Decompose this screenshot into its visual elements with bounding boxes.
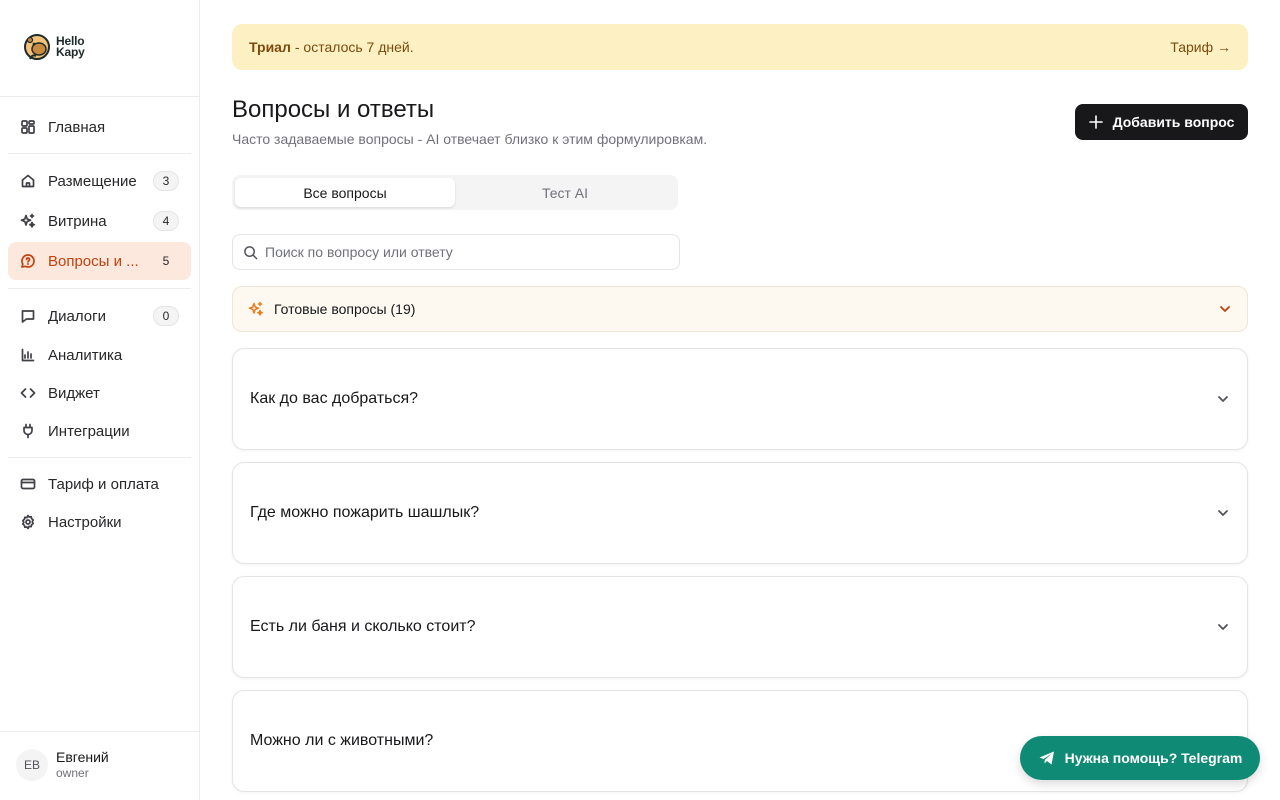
- ready-questions-accordion[interactable]: Готовые вопросы (19): [232, 286, 1248, 332]
- count-badge: 4: [153, 211, 179, 231]
- logo[interactable]: Hello Kapy: [22, 32, 85, 62]
- help-label: Нужна помощь? Telegram: [1064, 750, 1243, 766]
- sidebar-item-label: Диалоги: [48, 307, 106, 325]
- sidebar-item-label: Главная: [48, 118, 106, 136]
- user-role: owner: [56, 766, 89, 780]
- chevron-down-icon: [1216, 506, 1230, 520]
- search-icon: [244, 245, 258, 259]
- plan-link[interactable]: Тариф →: [1170, 39, 1231, 55]
- sidebar-item-label: Вопросы и ...: [48, 252, 139, 270]
- code-icon: [20, 385, 36, 401]
- sidebar-item-label: Размещение: [48, 172, 137, 190]
- dashboard-icon: [20, 119, 36, 135]
- sidebar-item-label: Виджет: [48, 384, 100, 402]
- home-icon: [20, 173, 36, 189]
- user-name: Евгений: [56, 749, 109, 765]
- trial-label: Триал: [249, 39, 291, 55]
- sidebar-item-showcase[interactable]: Витрина 4: [8, 202, 191, 240]
- user-profile[interactable]: ЕВ Евгений owner: [16, 749, 109, 781]
- chevron-down-icon: [1216, 392, 1230, 406]
- telegram-help-button[interactable]: Нужна помощь? Telegram: [1020, 736, 1260, 780]
- sidebar-divider: [8, 153, 191, 154]
- sidebar-item-integrations[interactable]: Интеграции: [8, 412, 191, 450]
- telegram-icon: [1039, 751, 1054, 765]
- gear-icon: [20, 514, 36, 530]
- sidebar-item-label: Тариф и оплата: [48, 475, 159, 493]
- faq-item[interactable]: Как до вас добраться?: [232, 348, 1248, 450]
- chat-icon: [20, 308, 36, 324]
- sidebar-item-placement[interactable]: Размещение 3: [8, 162, 191, 200]
- chart-icon: [20, 347, 36, 363]
- avatar: ЕВ: [16, 749, 48, 781]
- sidebar-item-label: Аналитика: [48, 346, 123, 364]
- sidebar-item-label: Витрина: [48, 212, 107, 230]
- count-badge: 3: [153, 171, 179, 191]
- tabs: Все вопросы Тест AI: [232, 175, 678, 210]
- sidebar-item-billing[interactable]: Тариф и оплата: [8, 465, 191, 503]
- sidebar-item-analytics[interactable]: Аналитика: [8, 336, 191, 374]
- sidebar-divider: [0, 96, 199, 97]
- sidebar-item-dialogs[interactable]: Диалоги 0: [8, 297, 191, 335]
- count-badge: 5: [153, 251, 179, 271]
- sidebar-item-settings[interactable]: Настройки: [8, 503, 191, 541]
- plus-icon: [1088, 115, 1103, 129]
- plug-icon: [20, 423, 36, 439]
- sidebar-item-home[interactable]: Главная: [8, 108, 191, 146]
- question-bubble-icon: [20, 253, 36, 269]
- sidebar-item-widget[interactable]: Виджет: [8, 374, 191, 412]
- add-question-label: Добавить вопрос: [1112, 114, 1235, 130]
- sidebar-divider: [8, 288, 191, 289]
- tab-all-questions[interactable]: Все вопросы: [235, 178, 455, 207]
- faq-question: Где можно пожарить шашлык?: [250, 504, 480, 521]
- sidebar-divider: [8, 457, 191, 458]
- logo-text: Hello Kapy: [56, 34, 85, 59]
- credit-card-icon: [20, 476, 36, 492]
- sparkles-icon: [248, 301, 263, 316]
- chevron-down-icon: [1216, 620, 1230, 634]
- tab-test-ai[interactable]: Тест AI: [455, 178, 675, 207]
- chevron-down-icon: [1218, 302, 1232, 316]
- page-title: Вопросы и ответы: [232, 96, 435, 123]
- sidebar-divider: [0, 731, 199, 732]
- sidebar-item-label: Интеграции: [48, 422, 130, 440]
- page-subtitle: Часто задаваемые вопросы - AI отвечает б…: [232, 131, 708, 147]
- sparkles-icon: [20, 213, 36, 229]
- add-question-button[interactable]: Добавить вопрос: [1075, 104, 1248, 140]
- trial-banner: Триал - осталось 7 дней. Тариф →: [232, 24, 1248, 70]
- faq-question: Как до вас добраться?: [250, 390, 419, 407]
- trial-text: - осталось 7 дней.: [294, 39, 414, 55]
- search-box: [232, 234, 680, 270]
- faq-question: Можно ли с животными?: [250, 732, 434, 749]
- capybara-logo-icon: [24, 34, 50, 60]
- sidebar: Hello Kapy Главная Размещение 3 Витрина …: [0, 0, 200, 800]
- faq-item[interactable]: Есть ли баня и сколько стоит?: [232, 576, 1248, 678]
- sidebar-item-label: Настройки: [48, 513, 122, 531]
- count-badge: 0: [153, 306, 179, 326]
- search-input[interactable]: [265, 244, 665, 260]
- faq-question: Есть ли баня и сколько стоит?: [250, 618, 476, 635]
- sidebar-item-faq[interactable]: Вопросы и ... 5: [8, 242, 191, 280]
- ready-questions-label: Готовые вопросы (19): [274, 301, 416, 317]
- faq-item[interactable]: Где можно пожарить шашлык?: [232, 462, 1248, 564]
